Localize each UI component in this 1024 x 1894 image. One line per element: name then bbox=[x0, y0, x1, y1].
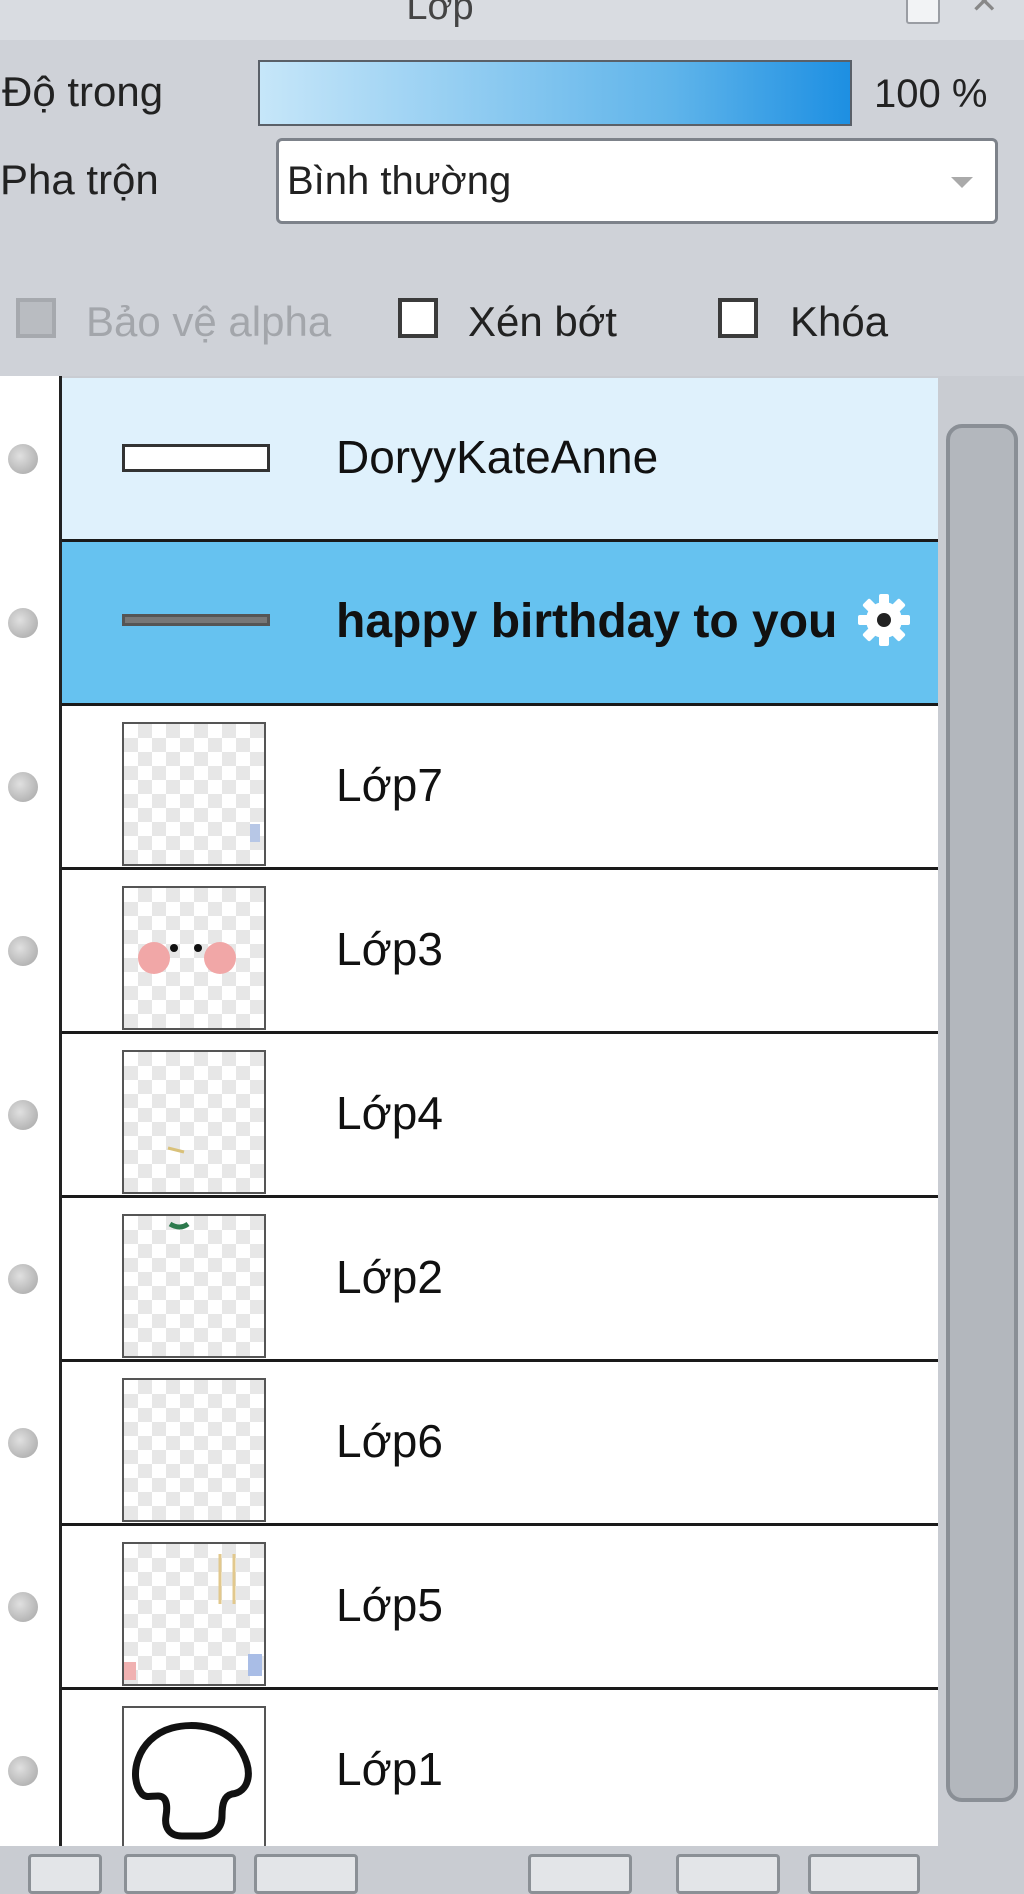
layer-thumbnail bbox=[122, 1214, 266, 1358]
layer-name: Lớp1 bbox=[336, 1743, 443, 1795]
alpha-protect-checkbox[interactable] bbox=[16, 298, 56, 338]
blend-mode-value: Bình thường bbox=[287, 159, 512, 203]
layer-scrollbar[interactable] bbox=[938, 384, 1024, 1846]
layer-row[interactable]: Lớp5 bbox=[62, 1526, 938, 1690]
visibility-toggle[interactable] bbox=[8, 772, 38, 802]
visibility-toggle[interactable] bbox=[8, 1756, 38, 1786]
toolbar-button[interactable] bbox=[528, 1854, 632, 1894]
visibility-toggle[interactable] bbox=[8, 608, 38, 638]
opacity-slider[interactable] bbox=[258, 60, 852, 126]
layer-name: Lớp7 bbox=[336, 759, 443, 811]
layer-name: DoryyKateAnne bbox=[336, 431, 659, 483]
opacity-value: 100 % bbox=[874, 72, 988, 116]
visibility-toggle[interactable] bbox=[8, 936, 38, 966]
layer-name: Lớp3 bbox=[336, 923, 443, 975]
layer-row[interactable]: Lớp2 bbox=[62, 1198, 938, 1362]
toolbar-button[interactable] bbox=[28, 1854, 102, 1894]
chevron-down-icon bbox=[951, 177, 973, 188]
layer-name: happy birthday to you bbox=[336, 595, 838, 648]
clip-checkbox[interactable] bbox=[398, 298, 438, 338]
layer-thumbnail bbox=[122, 1706, 266, 1850]
lock-label: Khóa bbox=[790, 298, 889, 345]
layer-row[interactable]: Lớp1 bbox=[62, 1690, 938, 1854]
clip-label: Xén bớt bbox=[468, 298, 617, 345]
visibility-toggle[interactable] bbox=[8, 1428, 38, 1458]
layer-name: Lớp4 bbox=[336, 1087, 443, 1139]
layer-row[interactable]: Lớp3 bbox=[62, 870, 938, 1034]
lock-checkbox[interactable] bbox=[718, 298, 758, 338]
visibility-column bbox=[0, 376, 62, 1846]
layer-name: Lớp6 bbox=[336, 1415, 443, 1467]
layer-name: Lớp5 bbox=[336, 1579, 443, 1631]
layer-name: Lớp2 bbox=[336, 1251, 443, 1303]
layer-row[interactable]: DoryyKateAnne bbox=[62, 378, 938, 542]
panel-title: Lớp bbox=[406, 0, 474, 28]
layer-thumbnail bbox=[122, 1050, 266, 1194]
layer-thumbnail bbox=[122, 886, 266, 1030]
toolbar-button[interactable] bbox=[808, 1854, 920, 1894]
layer-row[interactable]: Lớp4 bbox=[62, 1034, 938, 1198]
scrollbar-thumb[interactable] bbox=[946, 424, 1018, 1802]
toolbar-button[interactable] bbox=[676, 1854, 780, 1894]
toolbar-button[interactable] bbox=[124, 1854, 236, 1894]
layer-thumbnail bbox=[122, 1542, 266, 1686]
alpha-protect-label: Bảo vệ alpha bbox=[86, 298, 332, 345]
layer-toolbar bbox=[0, 1846, 1024, 1894]
visibility-toggle[interactable] bbox=[8, 1592, 38, 1622]
blend-mode-select[interactable]: Bình thường bbox=[276, 138, 998, 224]
text-layer-thumbnail bbox=[122, 444, 270, 472]
opacity-label: Độ trong bbox=[2, 68, 164, 115]
layer-thumbnail bbox=[122, 1378, 266, 1522]
close-icon[interactable]: ✕ bbox=[970, 0, 1010, 21]
visibility-toggle[interactable] bbox=[8, 444, 38, 474]
text-layer-thumbnail bbox=[122, 614, 270, 626]
layer-row[interactable]: Lớp7 bbox=[62, 706, 938, 870]
layer-row[interactable]: Lớp6 bbox=[62, 1362, 938, 1526]
layer-list: DoryyKateAnne happy birthday to you Lớp7… bbox=[62, 378, 938, 1854]
visibility-toggle[interactable] bbox=[8, 1264, 38, 1294]
gear-icon[interactable] bbox=[854, 590, 914, 650]
toolbar-button[interactable] bbox=[254, 1854, 358, 1894]
layer-thumbnail bbox=[122, 722, 266, 866]
layer-row-active[interactable]: happy birthday to you bbox=[62, 542, 938, 706]
opacity-slider-fill bbox=[260, 62, 850, 124]
visibility-toggle[interactable] bbox=[8, 1100, 38, 1130]
restore-icon[interactable] bbox=[906, 0, 940, 24]
blend-label: Pha trộn bbox=[0, 156, 159, 203]
panel-titlebar: Lớp ✕ bbox=[0, 0, 1024, 40]
